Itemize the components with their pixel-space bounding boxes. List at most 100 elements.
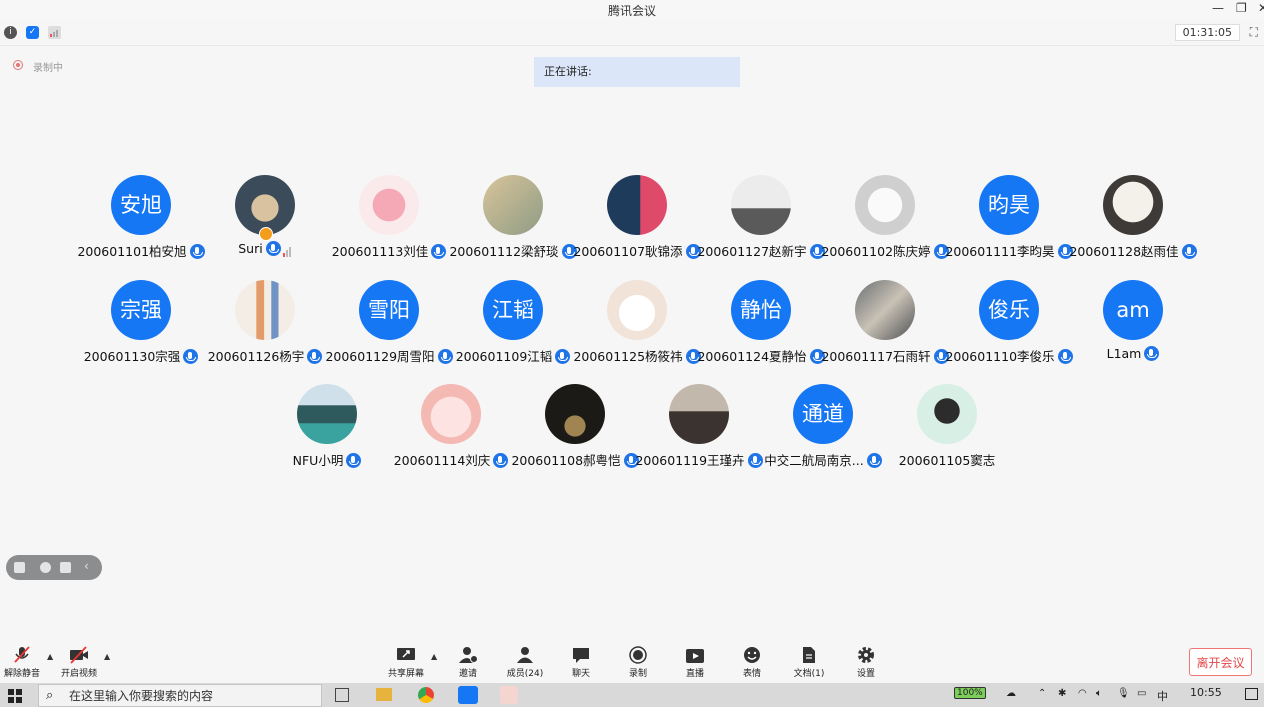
participant-tile[interactable]: 通道 中交二航局南京... bbox=[761, 384, 885, 474]
participant-tile[interactable]: 200601113刘佳 bbox=[327, 175, 451, 265]
participant-tile[interactable]: 200601128赵雨佳 bbox=[1069, 175, 1197, 265]
avatar bbox=[607, 280, 667, 340]
participant-tile[interactable]: 宗强 200601130宗强 bbox=[79, 280, 203, 370]
cloud-icon[interactable]: ☁ bbox=[1006, 688, 1016, 699]
task-view-icon[interactable] bbox=[335, 688, 349, 702]
participant-tile[interactable]: 200601127赵新宇 bbox=[697, 175, 825, 265]
members-button[interactable]: 成员(24) bbox=[495, 646, 555, 679]
participant-name: 200601110李俊乐 bbox=[945, 349, 1055, 364]
avatar: am bbox=[1103, 280, 1163, 340]
mic-icon bbox=[1181, 244, 1197, 259]
avatar bbox=[1103, 175, 1163, 235]
unmute-button[interactable]: 解除静音 bbox=[0, 646, 52, 679]
participant-tile[interactable]: 昀昊 200601111李昀昊 bbox=[945, 175, 1073, 265]
avatar: 江韬 bbox=[483, 280, 543, 340]
participant-tile[interactable]: 200601112梁舒琰 bbox=[449, 175, 577, 265]
participant-tile[interactable]: am L1am bbox=[1071, 280, 1195, 370]
leave-meeting-button[interactable]: 离开会议 bbox=[1189, 648, 1252, 676]
avatar bbox=[855, 175, 915, 235]
documents-button[interactable]: 文档(1) bbox=[779, 646, 839, 679]
grid-view-icon[interactable] bbox=[14, 562, 25, 573]
participant-tile[interactable]: 俊乐 200601110李俊乐 bbox=[945, 280, 1073, 370]
battery-indicator[interactable]: 100% bbox=[954, 687, 986, 699]
ime-indicator[interactable]: 中 bbox=[1157, 688, 1168, 704]
notification-icon[interactable] bbox=[1245, 688, 1258, 700]
chat-icon[interactable] bbox=[60, 562, 71, 573]
participant-tile[interactable]: 静怡 200601124夏静怡 bbox=[697, 280, 825, 370]
participant-name: Suri bbox=[238, 241, 263, 256]
shield-icon[interactable]: ✓ bbox=[26, 26, 39, 39]
share-screen-icon bbox=[396, 646, 416, 664]
microphone-tray-icon[interactable]: 🎙︎ bbox=[1117, 688, 1130, 699]
avatar: 俊乐 bbox=[979, 280, 1039, 340]
participant-name: 200601102陈庆婷 bbox=[821, 244, 931, 259]
tray-expand-icon[interactable]: ⌃ bbox=[1038, 688, 1046, 699]
participant-tile[interactable]: 200601107耿锦添 bbox=[573, 175, 701, 265]
participant-tile[interactable]: 江韬 200601109江韬 bbox=[451, 280, 575, 370]
participant-name: L1am bbox=[1106, 346, 1142, 361]
mic-muted-icon bbox=[12, 646, 32, 664]
record-button[interactable]: 录制 bbox=[608, 646, 668, 679]
start-video-button[interactable]: 开启视频 bbox=[49, 646, 109, 679]
fullscreen-icon[interactable]: ⛶ bbox=[1250, 25, 1258, 40]
collapse-icon[interactable]: ‹ bbox=[84, 559, 89, 573]
wifi-icon[interactable]: ◠ bbox=[1078, 688, 1087, 699]
avatar bbox=[235, 175, 295, 235]
network-signal-icon[interactable] bbox=[48, 26, 61, 39]
participant-name: 200601113刘佳 bbox=[331, 244, 429, 259]
chat-bubble-icon bbox=[571, 646, 591, 664]
window-title: 腾讯会议 bbox=[607, 4, 656, 18]
minimize-button[interactable]: — bbox=[1212, 1, 1224, 15]
participant-tile[interactable]: 200601117石雨轩 bbox=[821, 280, 949, 370]
avatar: 昀昊 bbox=[979, 175, 1039, 235]
share-screen-button[interactable]: 共享屏幕 bbox=[376, 646, 436, 679]
volume-icon[interactable]: 🔈︎ bbox=[1096, 688, 1102, 699]
info-icon[interactable]: i bbox=[4, 26, 17, 39]
share-options-caret-icon[interactable]: ▲ bbox=[431, 652, 437, 661]
chat-button[interactable]: 聊天 bbox=[551, 646, 611, 679]
participant-tile[interactable]: 安旭 200601101柏安旭 bbox=[77, 175, 205, 265]
participant-tile[interactable]: 200601114刘庆 bbox=[389, 384, 513, 474]
settings-button[interactable]: 设置 bbox=[836, 646, 896, 679]
camera-off-icon bbox=[69, 646, 89, 664]
avatar: 雪阳 bbox=[359, 280, 419, 340]
tencent-meeting-taskbar-icon[interactable] bbox=[458, 686, 478, 704]
restore-button[interactable]: ❐ bbox=[1236, 1, 1247, 15]
chrome-icon[interactable] bbox=[418, 687, 434, 703]
close-button[interactable]: ✕ bbox=[1258, 1, 1264, 15]
participant-tile[interactable]: 200601105窦志 bbox=[885, 384, 1009, 474]
participant-name: NFU小明 bbox=[292, 453, 344, 468]
windows-start-icon[interactable] bbox=[8, 688, 22, 707]
invite-button[interactable]: 邀请 bbox=[438, 646, 498, 679]
participant-name: 中交二航局南京... bbox=[764, 453, 864, 468]
live-button[interactable]: 直播 bbox=[665, 646, 725, 679]
clock[interactable]: 10:55 bbox=[1190, 686, 1222, 699]
participant-tile[interactable]: 200601126杨宇 bbox=[203, 280, 327, 370]
participant-name: 200601107耿锦添 bbox=[573, 244, 683, 259]
participant-tile[interactable]: 200601108郝粤恺 bbox=[511, 384, 639, 474]
keyboard-icon[interactable]: ▭ bbox=[1137, 688, 1146, 699]
mic-icon bbox=[1144, 346, 1160, 361]
signal-icon bbox=[282, 242, 292, 257]
participant-tile[interactable]: 200601102陈庆婷 bbox=[821, 175, 949, 265]
participant-tile[interactable]: 200601119王瑾卉 bbox=[635, 384, 763, 474]
video-options-caret-icon[interactable]: ▲ bbox=[104, 652, 110, 661]
participant-name: 200601108郝粤恺 bbox=[511, 453, 621, 468]
participant-tile[interactable]: 雪阳 200601129周雪阳 bbox=[325, 280, 453, 370]
reactions-button[interactable]: 表情 bbox=[722, 646, 782, 679]
participant-tile[interactable]: NFU小明 bbox=[265, 384, 389, 474]
tray-app-icon[interactable]: ✱ bbox=[1058, 688, 1066, 699]
emoji-icon[interactable] bbox=[40, 562, 51, 573]
floating-view-toolbar: ‹ bbox=[6, 555, 102, 580]
participant-name: 200601124夏静怡 bbox=[697, 349, 807, 364]
participant-tile[interactable]: 200601125杨筱祎 bbox=[573, 280, 701, 370]
participant-tile[interactable]: Suri bbox=[203, 175, 327, 265]
taskbar-search-input[interactable]: 在这里输入你要搜索的内容 bbox=[38, 684, 322, 707]
app-taskbar-icon[interactable] bbox=[500, 686, 518, 704]
participant-name: 200601117石雨轩 bbox=[821, 349, 931, 364]
invite-icon bbox=[458, 646, 478, 664]
file-explorer-icon[interactable] bbox=[376, 688, 392, 701]
avatar bbox=[483, 175, 543, 235]
avatar: 通道 bbox=[793, 384, 853, 444]
participant-name: 200601126杨宇 bbox=[207, 349, 305, 364]
